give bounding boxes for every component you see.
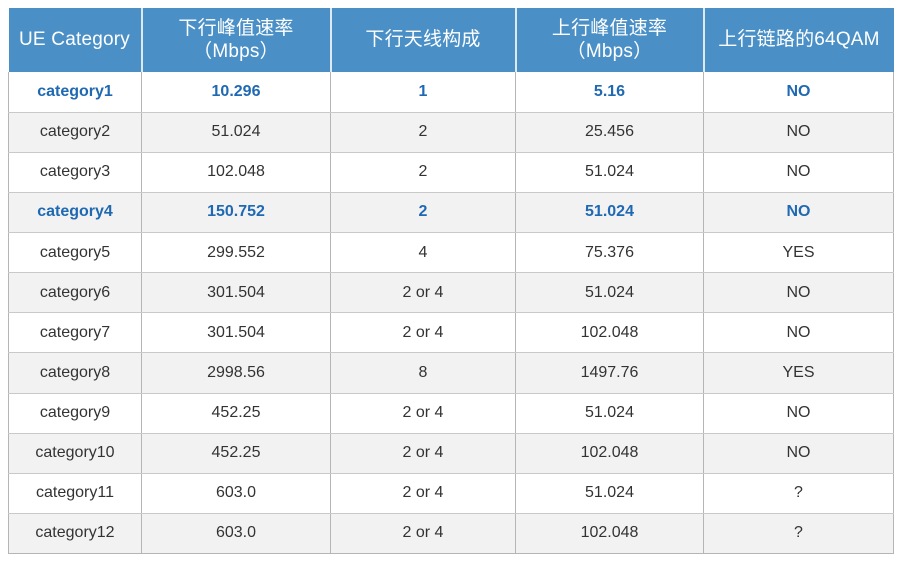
cell-ul_64qam: NO (703, 152, 894, 193)
cell-dl_peak_rate: 51.024 (141, 112, 331, 153)
cell-dl_antenna: 8 (330, 352, 516, 394)
table-row[interactable]: category4 150.752 2 51.024 NO (8, 192, 894, 234)
cell-dl_antenna: 2 (330, 192, 516, 234)
cell-ue_category: category4 (8, 192, 142, 234)
cell-ue_category: category8 (8, 352, 142, 394)
ue-category-table-container: UE Category 下行峰值速率 （Mbps） 下行天线构成 上行峰值速率 （Mbps… (8, 8, 894, 555)
table-row[interactable]: category3 102.048 2 51.024 NO (8, 152, 894, 193)
cell-dl_peak_rate: 452.25 (141, 433, 331, 474)
table-row[interactable]: category7 301.504 2 or 4 102.048 NO (8, 312, 894, 354)
cell-dl_peak_rate: 452.25 (141, 393, 331, 434)
column-header-ul_peak_rate[interactable]: 上行峰值速率 （Mbps） (514, 8, 704, 72)
cell-ul_peak_rate: 102.048 (515, 513, 704, 555)
cell-ul_peak_rate: 5.16 (515, 72, 704, 113)
cell-ul_64qam: ? (703, 513, 894, 555)
cell-dl_antenna: 2 or 4 (330, 433, 516, 474)
cell-ul_64qam: NO (703, 112, 894, 153)
cell-ue_category: category10 (8, 433, 142, 474)
cell-ul_64qam: YES (703, 232, 894, 274)
cell-dl_peak_rate: 10.296 (141, 72, 331, 113)
table-body: category1 10.296 1 5.16 NO category2 51.024 2 25… (8, 72, 894, 555)
cell-ul_peak_rate: 51.024 (515, 393, 704, 434)
cell-dl_peak_rate: 603.0 (141, 473, 331, 514)
cell-ul_64qam: YES (703, 352, 894, 394)
cell-ul_peak_rate: 51.024 (515, 152, 704, 193)
cell-ul_64qam: NO (703, 312, 894, 354)
cell-ul_peak_rate: 102.048 (515, 433, 704, 474)
table-header: UE Category 下行峰值速率 （Mbps） 下行天线构成 上行峰值速率 （Mbps… (8, 8, 894, 72)
cell-ue_category: category11 (8, 473, 142, 514)
cell-dl_antenna: 2 or 4 (330, 513, 516, 555)
cell-ul_64qam: NO (703, 393, 894, 434)
ue-category-table: UE Category 下行峰值速率 （Mbps） 下行天线构成 上行峰值速率 （Mbps… (8, 8, 894, 555)
table-row[interactable]: category5 299.552 4 75.376 YES (8, 232, 894, 274)
cell-dl_antenna: 2 (330, 112, 516, 153)
cell-dl_peak_rate: 102.048 (141, 152, 331, 193)
column-header-line: 下行天线构成 (365, 29, 481, 51)
cell-ue_category: category9 (8, 393, 142, 434)
table-row[interactable]: category10 452.25 2 or 4 102.048 NO (8, 433, 894, 474)
column-header-dl_antenna[interactable]: 下行天线构成 (329, 8, 516, 72)
cell-ul_peak_rate: 102.048 (515, 312, 704, 354)
cell-ue_category: category5 (8, 232, 142, 274)
cell-ue_category: category12 (8, 513, 142, 555)
cell-ul_peak_rate: 51.024 (515, 473, 704, 514)
cell-ul_peak_rate: 1497.76 (515, 352, 704, 394)
cell-dl_peak_rate: 2998.56 (141, 352, 331, 394)
column-header-line: 下行峰值速率 (178, 17, 294, 39)
cell-ul_64qam: NO (703, 72, 894, 113)
cell-ue_category: category2 (8, 112, 142, 153)
cell-dl_antenna: 4 (330, 232, 516, 274)
cell-dl_antenna: 2 or 4 (330, 312, 516, 354)
cell-ul_peak_rate: 51.024 (515, 272, 704, 314)
column-header-line: UE Category (19, 29, 130, 51)
cell-dl_antenna: 2 (330, 152, 516, 193)
cell-dl_antenna: 1 (330, 72, 516, 113)
column-header-line: 上行峰值速率 (551, 17, 668, 39)
cell-ul_64qam: NO (703, 192, 894, 234)
table-row[interactable]: category9 452.25 2 or 4 51.024 NO (8, 393, 894, 434)
cell-ul_64qam: NO (703, 433, 894, 474)
cell-ue_category: category1 (8, 72, 142, 113)
cell-ue_category: category7 (8, 312, 142, 354)
cell-ul_peak_rate: 51.024 (515, 192, 704, 234)
cell-dl_peak_rate: 301.504 (141, 312, 331, 354)
column-header-line: （Mbps） (566, 41, 653, 62)
column-header-ul_64qam[interactable]: 上行链路的64QAM (702, 8, 894, 72)
cell-dl_peak_rate: 301.504 (141, 272, 331, 314)
column-header-ue_category[interactable]: UE Category (8, 8, 142, 72)
table-row[interactable]: category2 51.024 2 25.456 NO (8, 112, 894, 153)
column-header-dl_peak_rate[interactable]: 下行峰值速率 （Mbps） (140, 8, 331, 72)
table-row[interactable]: category12 603.0 2 or 4 102.048? (8, 513, 894, 555)
table-header-row: UE Category 下行峰值速率 （Mbps） 下行天线构成 上行峰值速率 （Mbps… (8, 8, 894, 72)
cell-ul_peak_rate: 75.376 (515, 232, 704, 274)
cell-dl_antenna: 2 or 4 (330, 393, 516, 434)
column-header-line: 上行链路的64QAM (718, 29, 880, 51)
table-row[interactable]: category6 301.504 2 or 4 51.024 NO (8, 272, 894, 314)
cell-dl_peak_rate: 150.752 (141, 192, 331, 234)
cell-dl_peak_rate: 299.552 (141, 232, 331, 274)
cell-ul_64qam: NO (703, 272, 894, 314)
table-row[interactable]: category11 603.0 2 or 4 51.024? (8, 473, 894, 514)
table-row[interactable]: category8 2998.56 8 1497.76 YES (8, 352, 894, 394)
cell-ul_64qam: ? (703, 473, 894, 514)
cell-dl_antenna: 2 or 4 (330, 272, 516, 314)
column-header-line: （Mbps） (193, 41, 279, 62)
cell-ue_category: category3 (8, 152, 142, 193)
table-row[interactable]: category1 10.296 1 5.16 NO (8, 72, 894, 113)
cell-ue_category: category6 (8, 272, 142, 314)
cell-dl_antenna: 2 or 4 (330, 473, 516, 514)
cell-ul_peak_rate: 25.456 (515, 112, 704, 153)
cell-dl_peak_rate: 603.0 (141, 513, 331, 555)
